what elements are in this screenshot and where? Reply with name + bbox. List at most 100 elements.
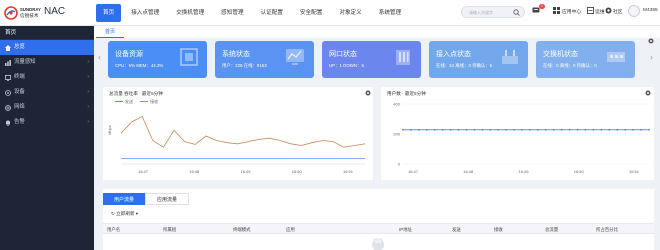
column-header[interactable]: 所占百分比 [596,227,618,233]
gear-icon[interactable] [648,38,654,44]
search-input[interactable]: 请输入关键字 [461,6,525,18]
search-placeholder: 请输入关键字 [469,10,493,15]
empty-data-icon [372,238,384,250]
x-tick-label: 16:50 [292,169,303,174]
data-point [576,128,579,131]
nav-switch-management[interactable]: 交换机管理 [169,4,211,22]
card-switch-status[interactable]: 交换机状态 在线：0 离线：0 待确认：0 [536,41,635,78]
sidebar-item-network[interactable]: 网络 › [0,100,94,115]
community-link[interactable]: 社区 [613,8,623,15]
chevron-right-icon: › [87,89,89,95]
column-header[interactable]: 发送 [452,227,461,233]
community-icon[interactable] [605,7,612,14]
data-point [473,128,476,131]
sidebar-item-label: 告警 [14,119,25,125]
app-center-link[interactable]: 应用中心 [562,8,581,15]
column-header[interactable]: 总流量 [545,227,558,233]
sidebar-item-alarm[interactable]: 告警 › [0,115,94,130]
x-tick-label: 16:48 [463,169,474,174]
chevron-down-icon: ▾ [134,211,139,216]
card-title: 交换机状态 [543,51,578,58]
data-point [457,128,460,131]
data-point [465,128,468,131]
maintenance-link[interactable]: 运维 [595,8,605,15]
card-port-status[interactable]: 网口状态 UP：1 DOWN：5 [322,41,421,78]
card-title: 接入点状态 [436,51,471,58]
search-icon[interactable] [513,9,520,16]
data-point [433,128,436,131]
page-tab-bar: 首页 [94,26,660,38]
data-point [624,128,627,131]
card-stats: 在线：0 离线：0 待确认：0 [543,63,597,68]
sidebar-item-overview[interactable]: 总览 [0,40,94,55]
users-chart-panel: 用户数 · 最近5分钟 0 200 400 16:47 16:48 16:49 16:50 1… [381,87,654,180]
traffic-table-panel: 用户流量 应用流量 ↻ 立即刷新 ▾ 用户名 所属组 终端模式 应用 IP地址 … [103,189,654,250]
cards-next-arrow[interactable]: › [650,52,653,62]
user-name[interactable]: M4365 [643,8,658,13]
chart-icon [286,49,304,65]
y-tick-label: 0 [398,162,401,167]
sidebar: 首页 总览 流量感知 › 终端 › 设备 › 网络 › 告警 › [0,26,94,250]
x-tick-label: 16:51 [343,169,354,174]
card-stats: 在线：34 离线：0 待确认：5 [436,63,493,68]
sidebar-item-traffic[interactable]: 流量感知 › [0,55,94,70]
x-tick-label: 16:51 [629,169,640,174]
avatar[interactable] [628,5,640,17]
nav-system-management[interactable]: 系统管理 [372,4,408,22]
refresh-button[interactable]: ↻ 立即刷新 ▾ [111,211,138,217]
product-name: NAC [44,6,66,17]
tab-home[interactable]: 首页 [96,26,124,38]
chevron-right-icon: › [87,74,89,80]
sidebar-item-label: 终端 [14,74,25,80]
x-tick-label: 16:49 [240,169,251,174]
tab-user-traffic[interactable]: 用户流量 [103,193,145,205]
logo-text-en: SUNDRAY [20,7,42,12]
nav-home[interactable]: 首页 [96,4,122,22]
nav-security-config[interactable]: 安全配置 [293,4,329,22]
nav-ap-management[interactable]: 接入点管理 [124,4,166,22]
sidebar-item-device[interactable]: 设备 › [0,85,94,100]
sidebar-item-terminal[interactable]: 终端 › [0,70,94,85]
app-center-icon[interactable] [553,7,560,14]
sidebar-item-label: 网络 [14,104,25,110]
nav-awareness-management[interactable]: 感知管理 [214,4,250,22]
card-device-resource[interactable]: 设备资源 CPU：5% MEM：44.3% [108,41,207,78]
data-point [489,128,492,131]
column-header[interactable]: 终端模式 [233,227,251,233]
column-header[interactable]: 所属组 [163,227,176,233]
data-point [600,128,603,131]
card-ap-status[interactable]: 接入点状态 在线：34 离线：0 待确认：5 [429,41,528,78]
chevron-right-icon: › [87,119,89,125]
traffic-chart-panel: 总流量 吞吐率 · 最近5分钟 发送 接收 Mbps 16:47 16:48 16:… [103,87,373,180]
data-point [568,128,571,131]
column-header[interactable]: IP地址 [399,227,412,233]
table-header: 用户名 所属组 终端模式 应用 IP地址 发送 接收 总流量 所占百分比 [103,223,654,234]
tab-app-traffic[interactable]: 应用流量 [145,193,189,205]
notification-badge: 1 [539,4,545,9]
data-point [592,128,595,131]
nav-auth-config[interactable]: 认证配置 [254,4,290,22]
server-icon [396,50,410,65]
card-stats: CPU：5% MEM：44.3% [115,63,164,68]
status-cards: 设备资源 CPU：5% MEM：44.3% 系统状态 用户：228 在线：916… [108,41,638,78]
traffic-icon [5,60,11,66]
logo-text-cn: 信锐技术 [20,13,39,18]
data-point [481,128,484,131]
column-header[interactable]: 用户名 [107,227,120,233]
data-point [552,128,555,131]
column-header[interactable]: 应用 [286,227,295,233]
maintenance-icon[interactable] [587,7,594,14]
cards-prev-arrow[interactable]: ‹ [98,52,101,62]
terminal-icon [5,75,11,81]
nav-object-definition[interactable]: 对象定义 [332,4,368,22]
column-header[interactable]: 接收 [494,227,503,233]
data-point [584,128,587,131]
x-tick-label: 16:50 [574,169,585,174]
data-point [410,128,412,131]
card-system-status[interactable]: 系统状态 用户：228 在线：9163 [215,41,314,78]
data-point [425,128,428,131]
alarm-icon [6,120,10,126]
card-title: 网口状态 [329,51,357,58]
data-point [418,128,420,131]
main-content: 首页 ‹ › 设备资源 CPU：5% MEM：44.3% 系统状态 用户：228… [94,26,660,250]
